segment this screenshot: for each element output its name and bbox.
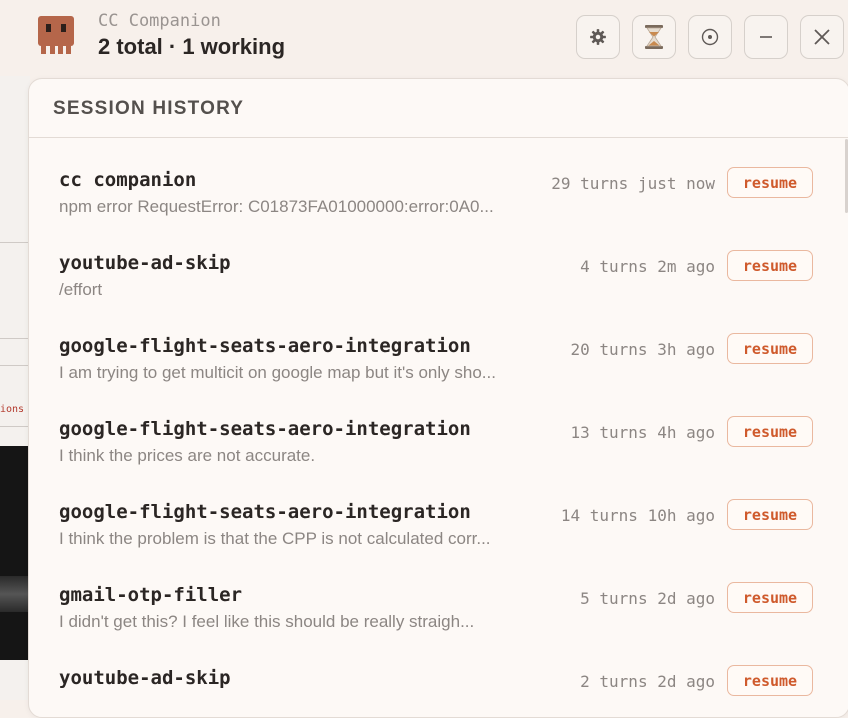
app-name: CC Companion xyxy=(98,11,221,31)
resume-button[interactable]: resume xyxy=(727,167,813,198)
session-meta: 29 turns just now xyxy=(551,174,715,193)
session-row[interactable]: google-flight-seats-aero-integration I t… xyxy=(29,388,848,471)
session-row[interactable]: google-flight-seats-aero-integration I t… xyxy=(29,471,848,554)
session-preview: /effort xyxy=(59,280,103,299)
session-list: cc companion npm error RequestError: C01… xyxy=(29,139,848,717)
session-row[interactable]: cc companion npm error RequestError: C01… xyxy=(29,139,848,222)
session-row[interactable]: google-flight-seats-aero-integration I a… xyxy=(29,305,848,388)
close-button[interactable] xyxy=(800,15,844,59)
session-meta: 20 turns 3h ago xyxy=(570,340,716,359)
target-button[interactable] xyxy=(688,15,732,59)
session-history-panel: SESSION HISTORY cc companion npm error R… xyxy=(28,78,848,718)
app-logo-icon xyxy=(38,16,74,54)
background-image xyxy=(0,446,30,660)
background-window: ions xyxy=(0,0,30,700)
session-meta: 4 turns 2m ago xyxy=(580,257,715,276)
history-button[interactable] xyxy=(632,15,676,59)
resume-button[interactable]: resume xyxy=(727,499,813,530)
session-row[interactable]: youtube-ad-skip /effort 4 turns 2m ago r… xyxy=(29,222,848,305)
session-meta: 5 turns 2d ago xyxy=(580,589,715,608)
close-icon xyxy=(814,29,830,45)
target-icon xyxy=(701,28,719,46)
resume-button[interactable]: resume xyxy=(727,665,813,696)
panel-title: SESSION HISTORY xyxy=(53,98,245,119)
session-preview: I didn't get this? I feel like this shou… xyxy=(59,612,475,631)
session-row[interactable]: gmail-otp-filler I didn't get this? I fe… xyxy=(29,554,848,637)
session-status: 2 total · 1 working xyxy=(98,34,286,59)
session-row[interactable]: youtube-ad-skip 2 turns 2d ago resume xyxy=(29,637,848,717)
background-text: ions xyxy=(0,404,25,415)
settings-button[interactable] xyxy=(576,15,620,59)
session-title: google-flight-seats-aero-integration xyxy=(59,501,471,523)
resume-button[interactable]: resume xyxy=(727,250,813,281)
session-title: cc companion xyxy=(59,169,197,191)
session-preview: npm error RequestError: C01873FA01000000… xyxy=(59,197,494,216)
minus-icon xyxy=(760,36,772,38)
session-title: youtube-ad-skip xyxy=(59,252,231,274)
divider xyxy=(29,137,848,138)
minimize-button[interactable] xyxy=(744,15,788,59)
session-meta: 2 turns 2d ago xyxy=(580,672,715,691)
session-meta: 13 turns 4h ago xyxy=(570,423,716,442)
session-title: google-flight-seats-aero-integration xyxy=(59,335,471,357)
session-preview: I think the problem is that the CPP is n… xyxy=(59,529,491,548)
session-title: youtube-ad-skip xyxy=(59,667,231,689)
gear-icon xyxy=(590,29,606,45)
session-preview: I am trying to get multicit on google ma… xyxy=(59,363,496,382)
session-meta: 14 turns 10h ago xyxy=(560,506,715,525)
hourglass-icon xyxy=(645,25,663,49)
session-preview: I think the prices are not accurate. xyxy=(59,446,316,465)
session-title: google-flight-seats-aero-integration xyxy=(59,418,471,440)
session-title: gmail-otp-filler xyxy=(59,584,243,606)
resume-button[interactable]: resume xyxy=(727,416,813,447)
resume-button[interactable]: resume xyxy=(727,333,813,364)
resume-button[interactable]: resume xyxy=(727,582,813,613)
app-header: CC Companion 2 total · 1 working xyxy=(0,0,848,76)
